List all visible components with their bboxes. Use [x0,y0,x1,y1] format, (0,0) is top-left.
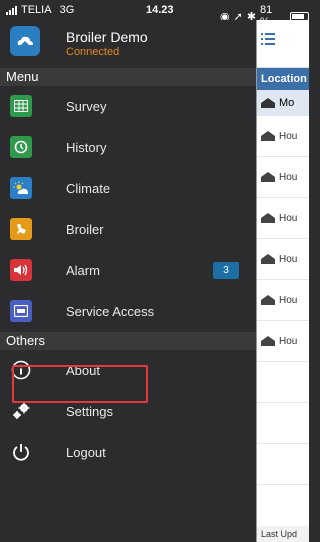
house-label: Hou [279,295,298,306]
last-updated-footer: Last Upd [257,526,309,542]
house-icon [261,254,275,265]
app-title: Broiler Demo [66,29,148,45]
empty-row [257,444,309,485]
house-row[interactable]: Hou [257,239,309,280]
menu-item-label: History [66,140,107,155]
main-content-peek: Location Mo Hou Hou Hou Hou Hou Hou Last… [256,20,309,542]
menu-item-label: Survey [66,99,107,114]
house-label: Hou [279,254,298,265]
app-header[interactable]: Broiler Demo Connected [0,20,256,68]
connection-status: Connected [66,46,120,58]
menu-item-label: Broiler [66,222,104,237]
menu-item-survey[interactable]: Survey [0,86,256,127]
status-bar: TELIA 3G 14.23 ◉ ➚ ✱ 81 % [0,0,309,28]
gears-icon [10,400,32,422]
menu-item-label: Service Access [66,304,155,319]
house-row[interactable]: Hou [257,116,309,157]
about-highlight-box [12,365,148,403]
house-icon [261,336,275,347]
menu-item-label: Settings [66,404,113,419]
grid-icon [10,95,32,117]
house-row[interactable]: Hou [257,198,309,239]
house-row[interactable]: Hou [257,321,309,362]
house-label: Hou [279,172,298,183]
service-icon [10,300,32,322]
list-icon[interactable] [261,32,275,46]
signal-icon [6,5,17,15]
climate-icon [10,177,32,199]
cloud-icon [10,26,40,56]
menu-item-broiler[interactable]: Broiler [0,209,256,250]
house-icon [261,98,275,109]
selected-location-row[interactable]: Mo [257,90,309,116]
menu-item-logout[interactable]: Logout [0,432,256,473]
navigation-drawer: Broiler Demo Connected Menu Survey Histo… [0,20,256,542]
power-icon [10,441,32,463]
house-label: Hou [279,131,298,142]
menu-section-header: Menu [0,68,256,86]
alarm-count-badge: 3 [213,262,239,279]
menu-item-label: Logout [66,445,106,460]
history-icon [10,136,32,158]
house-label: Hou [279,213,298,224]
speaker-icon [10,259,32,281]
broiler-icon [10,218,32,240]
menu-item-label: Alarm [66,263,100,278]
empty-row [257,362,309,403]
menu-item-label: Climate [66,181,111,196]
network-label: 3G [59,4,75,16]
menu-item-service-access[interactable]: Service Access [0,291,256,332]
house-icon [261,131,275,142]
selected-location-label: Mo [279,97,295,109]
location-header: Location [257,68,309,90]
status-left: TELIA 3G [6,4,74,16]
menu-item-climate[interactable]: Climate [0,168,256,209]
content-toolbar [257,20,309,68]
others-section-header: Others [0,332,256,350]
house-icon [261,172,275,183]
carrier-label: TELIA [21,4,52,16]
house-icon [261,213,275,224]
clock: 14.23 [146,4,174,16]
menu-item-history[interactable]: History [0,127,256,168]
house-label: Hou [279,336,298,347]
menu-item-alarm[interactable]: Alarm 3 [0,250,256,291]
house-row[interactable]: Hou [257,157,309,198]
house-row[interactable]: Hou [257,280,309,321]
empty-row [257,403,309,444]
house-icon [261,295,275,306]
